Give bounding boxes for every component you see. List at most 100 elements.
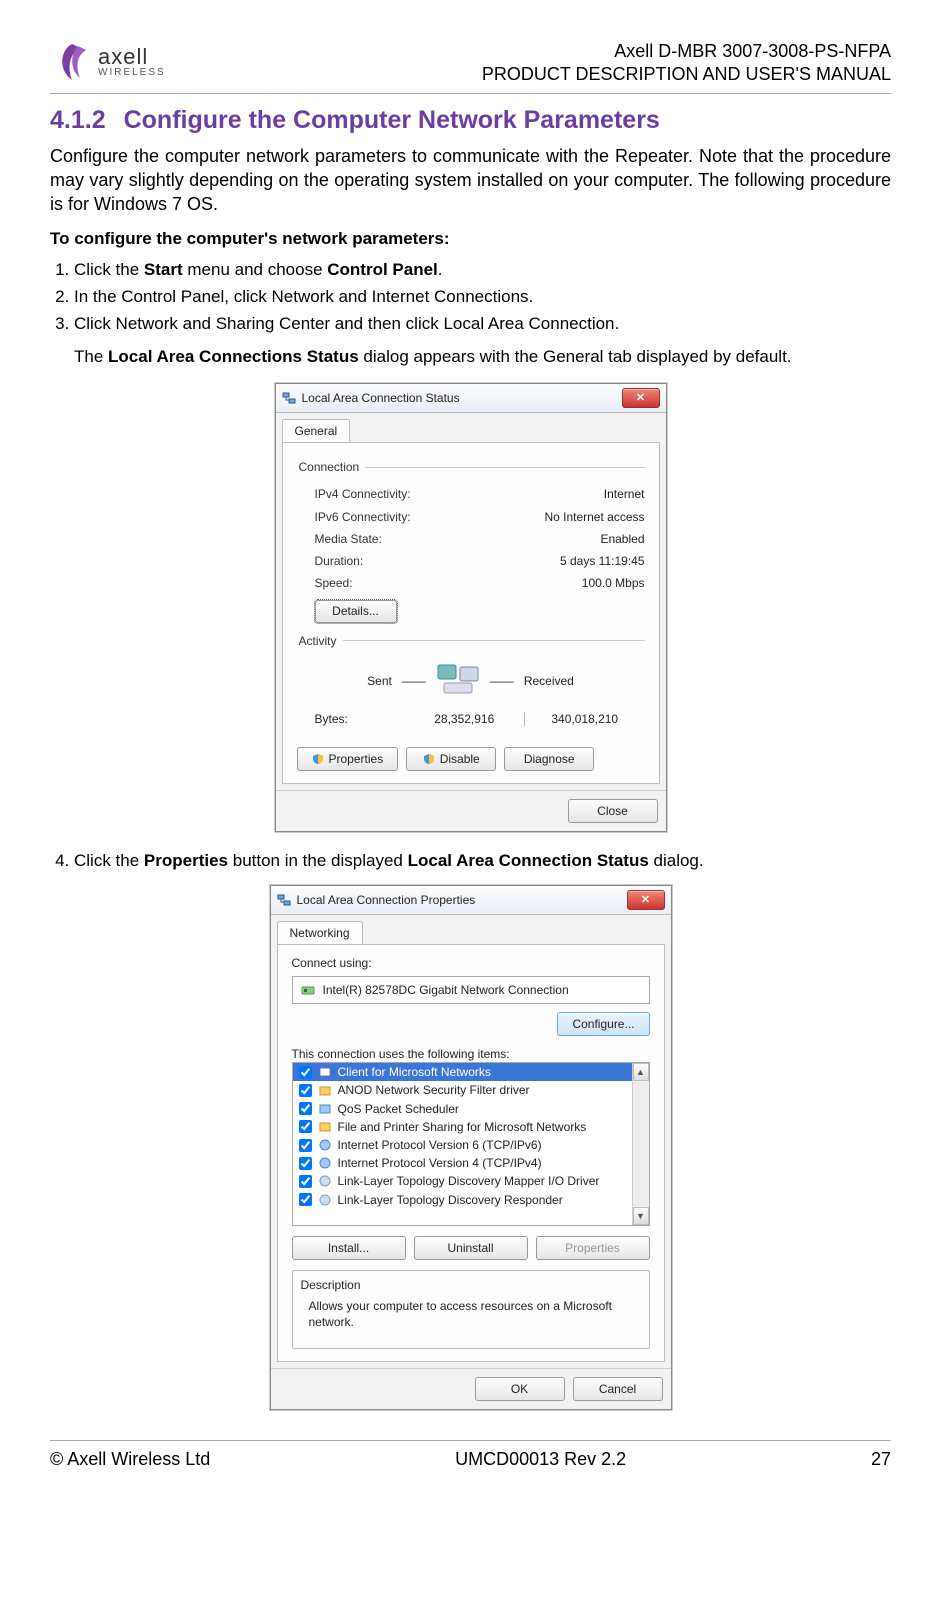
computers-icon [436, 663, 480, 699]
install-button[interactable]: Install... [292, 1236, 406, 1260]
tab-row: General [276, 413, 666, 442]
list-item[interactable]: ANOD Network Security Filter driver [293, 1081, 649, 1099]
protocol-icon [318, 1174, 332, 1188]
item-checkbox[interactable] [299, 1066, 312, 1079]
close-button[interactable]: ✕ [622, 388, 660, 408]
item-checkbox[interactable] [299, 1102, 312, 1115]
header-right: Axell D-MBR 3007-3008-PS-NFPA PRODUCT DE… [482, 40, 891, 87]
shield-icon [423, 753, 435, 765]
cancel-button[interactable]: Cancel [573, 1377, 663, 1401]
list-item[interactable]: File and Printer Sharing for Microsoft N… [293, 1118, 649, 1136]
list-item[interactable]: Client for Microsoft Networks [293, 1063, 649, 1081]
doc-title: PRODUCT DESCRIPTION AND USER'S MANUAL [482, 63, 891, 86]
item-checkbox[interactable] [299, 1157, 312, 1170]
close-button-footer[interactable]: Close [568, 799, 658, 823]
step-2: In the Control Panel, click Network and … [74, 286, 891, 309]
items-label: This connection uses the following items… [292, 1046, 650, 1062]
network-icon [277, 893, 291, 907]
step-3-note: The Local Area Connections Status dialog… [74, 346, 891, 369]
section-heading: 4.1.2 Configure the Computer Network Para… [50, 104, 891, 138]
close-button[interactable]: ✕ [627, 890, 665, 910]
item-checkbox[interactable] [299, 1175, 312, 1188]
section-subhead: To configure the computer's network para… [50, 228, 891, 251]
footer-center: UMCD00013 Rev 2.2 [455, 1447, 626, 1471]
item-checkbox[interactable] [299, 1120, 312, 1133]
group-connection: Connection IPv4 Connectivity:Internet IP… [297, 459, 645, 622]
service-icon [318, 1102, 332, 1116]
section-title-text: Configure the Computer Network Parameter… [124, 106, 660, 134]
connect-using-label: Connect using: [292, 955, 650, 971]
step-4: Click the Properties button in the displ… [74, 850, 891, 873]
service-icon [318, 1120, 332, 1134]
tab-body: Connect using: Intel(R) 82578DC Gigabit … [277, 944, 665, 1362]
dialog-status-title: Local Area Connection Status [302, 390, 460, 406]
configure-button[interactable]: Configure... [557, 1012, 649, 1036]
tab-general[interactable]: General [282, 419, 351, 442]
steps-list-continued: Click the Properties button in the displ… [50, 850, 891, 873]
protocol-icon [318, 1138, 332, 1152]
page-footer: © Axell Wireless Ltd UMCD00013 Rev 2.2 2… [50, 1440, 891, 1471]
logo-sub: WIRELESS [98, 68, 166, 79]
tab-networking[interactable]: Networking [277, 921, 363, 944]
step-3: Click Network and Sharing Center and the… [74, 313, 891, 336]
step-1: Click the Start menu and choose Control … [74, 259, 891, 282]
description-text: Allows your computer to access resources… [301, 1298, 641, 1330]
logo-swirl-icon [50, 40, 94, 84]
ok-button[interactable]: OK [475, 1377, 565, 1401]
adapter-name: Intel(R) 82578DC Gigabit Network Connect… [323, 982, 569, 998]
bytes-received: 340,018,210 [525, 711, 645, 727]
section-number: 4.1.2 [50, 106, 106, 134]
dialog-properties-titlebar: Local Area Connection Properties ✕ [271, 886, 671, 915]
list-item[interactable]: QoS Packet Scheduler [293, 1100, 649, 1118]
item-checkbox[interactable] [299, 1084, 312, 1097]
scrollbar[interactable]: ▲ ▼ [632, 1063, 649, 1225]
item-properties-button[interactable]: Properties [536, 1236, 650, 1260]
bytes-label: Bytes: [315, 711, 405, 727]
dialog-properties-footer: OK Cancel [271, 1368, 671, 1409]
network-icon [282, 391, 296, 405]
section-intro: Configure the computer network parameter… [50, 144, 891, 217]
group-activity: Activity Sent —— —— Received Bytes: 28,3… [297, 633, 645, 737]
page-header: axell WIRELESS Axell D-MBR 3007-3008-PS-… [50, 40, 891, 94]
items-list[interactable]: Client for Microsoft Networks ANOD Netwo… [292, 1062, 650, 1226]
logo: axell WIRELESS [50, 40, 166, 84]
uninstall-button[interactable]: Uninstall [414, 1236, 528, 1260]
adapter-field[interactable]: Intel(R) 82578DC Gigabit Network Connect… [292, 976, 650, 1004]
item-checkbox[interactable] [299, 1193, 312, 1206]
list-item[interactable]: Link-Layer Topology Discovery Responder [293, 1191, 649, 1209]
close-icon: ✕ [641, 893, 650, 908]
list-item[interactable]: Internet Protocol Version 6 (TCP/IPv6) [293, 1136, 649, 1154]
dialog-properties-title: Local Area Connection Properties [297, 892, 476, 908]
dialog-status-titlebar: Local Area Connection Status ✕ [276, 384, 666, 413]
list-item[interactable]: Internet Protocol Version 4 (TCP/IPv4) [293, 1154, 649, 1172]
tab-body: Connection IPv4 Connectivity:Internet IP… [282, 442, 660, 784]
row-speed: Speed:100.0 Mbps [297, 572, 645, 594]
protocol-icon [318, 1193, 332, 1207]
details-button[interactable]: Details... [315, 600, 397, 622]
row-ipv4: IPv4 Connectivity:Internet [297, 483, 645, 505]
scroll-up-icon[interactable]: ▲ [633, 1063, 649, 1081]
sent-label: Sent [367, 673, 392, 689]
close-icon: ✕ [636, 391, 645, 406]
properties-button[interactable]: Properties [297, 747, 399, 771]
footer-left: © Axell Wireless Ltd [50, 1447, 210, 1471]
footer-page: 27 [871, 1447, 891, 1471]
logo-brand: axell [98, 45, 166, 68]
dialog-status: Local Area Connection Status ✕ General C… [275, 383, 667, 832]
dialog-properties: Local Area Connection Properties ✕ Netwo… [270, 885, 672, 1410]
row-duration: Duration:5 days 11:19:45 [297, 550, 645, 572]
item-checkbox[interactable] [299, 1139, 312, 1152]
description-box: Description Allows your computer to acce… [292, 1270, 650, 1349]
service-icon [318, 1084, 332, 1098]
shield-icon [312, 753, 324, 765]
action-buttons: Properties Disable Diagnose [297, 747, 645, 771]
steps-list: Click the Start menu and choose Control … [50, 259, 891, 336]
item-action-buttons: Install... Uninstall Properties [292, 1236, 650, 1260]
diagnose-button[interactable]: Diagnose [504, 747, 594, 771]
list-item[interactable]: Link-Layer Topology Discovery Mapper I/O… [293, 1172, 649, 1190]
disable-button[interactable]: Disable [406, 747, 496, 771]
logo-text: axell WIRELESS [98, 45, 166, 79]
service-icon [318, 1065, 332, 1079]
scroll-down-icon[interactable]: ▼ [633, 1207, 649, 1225]
protocol-icon [318, 1156, 332, 1170]
